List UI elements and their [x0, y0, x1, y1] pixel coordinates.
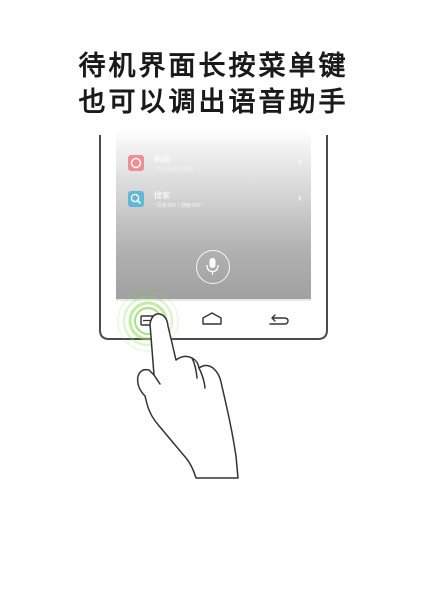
hand-illustration [136, 313, 239, 479]
